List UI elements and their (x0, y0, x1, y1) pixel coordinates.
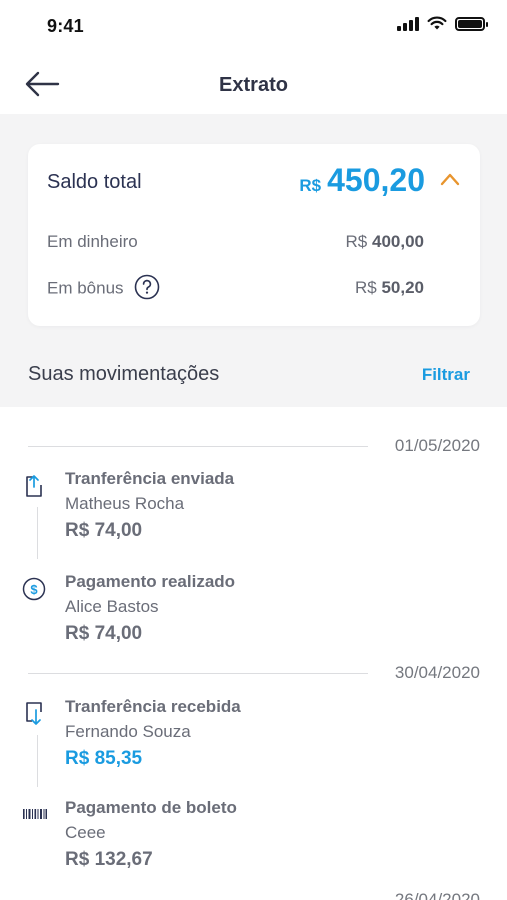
total-amount: 450,20 (327, 162, 425, 198)
filter-button[interactable]: Filtrar (422, 365, 470, 385)
transaction-amount: R$ 74,00 (65, 520, 143, 541)
cash-label: Em dinheiro (47, 232, 138, 251)
timeline-connector (37, 507, 38, 559)
transaction-item[interactable]: Tranferência recebida Fernando Souza R$ … (0, 697, 507, 787)
bonus-label: Em bônus (47, 274, 160, 300)
transaction-name: Ceee (65, 823, 106, 842)
transaction-amount: R$ 132,67 (65, 849, 153, 870)
balance-card: Saldo total R$ 450,20 Em dinheiro R$ 400… (28, 144, 480, 326)
wifi-icon (427, 16, 447, 30)
transaction-amount: R$ 74,00 (65, 623, 143, 644)
status-bar: 9:41 (0, 0, 507, 52)
transaction-name: Matheus Rocha (65, 494, 185, 513)
cash-value: R$ 400,00 (345, 232, 424, 251)
status-time: 9:41 (47, 16, 84, 36)
date-separator: 30/04/2020 (28, 661, 480, 685)
timeline-connector (37, 735, 38, 787)
svg-text:$: $ (30, 582, 38, 597)
question-circle-icon[interactable] (134, 274, 160, 300)
date-separator: 26/04/2020 (28, 888, 480, 900)
battery-icon (455, 16, 488, 31)
barcode-icon (23, 809, 47, 819)
date-label: 01/05/2020 (394, 436, 480, 455)
transaction-name: Fernando Souza (65, 722, 191, 741)
chevron-up-icon[interactable] (440, 172, 460, 186)
transaction-item[interactable]: Pagamento de boleto Ceee R$ 132,67 (0, 798, 507, 888)
date-label: 26/04/2020 (394, 890, 480, 900)
transaction-title: Tranferência recebida (65, 697, 241, 716)
transfer-out-icon (26, 475, 42, 497)
cellular-signal-icon (397, 16, 419, 31)
nav-bar: Extrato (0, 52, 507, 114)
date-label: 30/04/2020 (394, 663, 480, 682)
total-balance-value: R$ 450,20 (299, 162, 425, 199)
transfer-in-icon (26, 702, 42, 725)
transaction-amount: R$ 85,35 (65, 748, 143, 769)
transaction-item[interactable]: $ Pagamento realizado Alice Bastos R$ 74… (0, 572, 507, 662)
transaction-title: Pagamento de boleto (65, 798, 237, 817)
page-title: Extrato (219, 74, 288, 96)
balance-section: Saldo total R$ 450,20 Em dinheiro R$ 400… (0, 114, 507, 407)
transaction-item[interactable]: Tranferência enviada Matheus Rocha R$ 74… (0, 469, 507, 559)
transaction-name: Alice Bastos (65, 597, 159, 616)
movements-title: Suas movimentações (28, 363, 220, 385)
total-currency: R$ (299, 176, 322, 195)
date-separator: 01/05/2020 (28, 434, 480, 458)
status-icons (397, 16, 488, 31)
transaction-title: Pagamento realizado (65, 572, 236, 591)
dollar-circle-icon: $ (22, 577, 46, 601)
total-balance-label: Saldo total (47, 171, 142, 193)
transaction-title: Tranferência enviada (65, 469, 235, 488)
bonus-value: R$ 50,20 (354, 278, 424, 297)
transactions-list: 01/05/2020 Tranferência enviada Matheus … (0, 407, 507, 900)
